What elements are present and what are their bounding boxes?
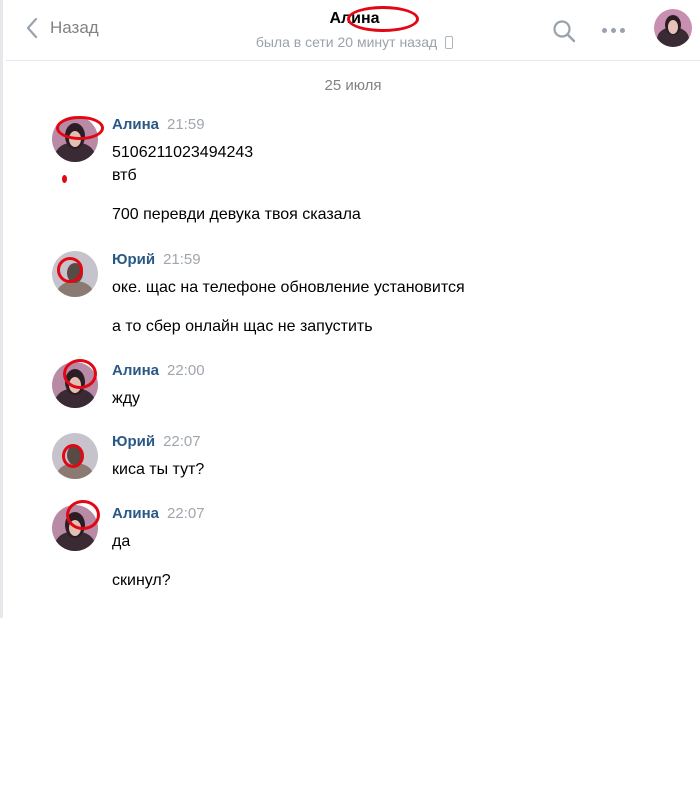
- message-time[interactable]: 21:59: [167, 116, 205, 133]
- message-text: 700 перевди девука твоя сказала: [112, 206, 361, 223]
- redaction-dot: [62, 175, 67, 183]
- message-text: киса ты тут?: [112, 461, 205, 478]
- message-text: скинул?: [112, 572, 171, 589]
- message-time[interactable]: 22:00: [167, 362, 205, 379]
- chat-title-block[interactable]: Алина была в сети 20 минут назад: [6, 10, 700, 52]
- avatar[interactable]: [52, 116, 98, 162]
- online-status-text: была в сети 20 минут назад: [255, 34, 438, 50]
- author-name[interactable]: Алина: [112, 362, 159, 379]
- header-avatar[interactable]: [654, 9, 692, 47]
- message-text: втб: [112, 167, 137, 184]
- author-name[interactable]: Алина: [112, 116, 159, 133]
- more-options-icon[interactable]: [602, 28, 625, 33]
- message-meta: Алина 22:07: [112, 505, 205, 522]
- chat-title: Алина: [329, 10, 380, 27]
- author-name[interactable]: Юрий: [112, 433, 155, 450]
- message-text: жду: [112, 390, 141, 407]
- message-text: оке. щас на телефоне обновление установи…: [112, 279, 465, 296]
- message-time[interactable]: 22:07: [167, 505, 205, 522]
- message-time[interactable]: 22:07: [163, 433, 201, 450]
- message-text: да: [112, 533, 131, 550]
- avatar[interactable]: [52, 505, 98, 551]
- message-text: 5106211023494243: [112, 144, 254, 161]
- search-icon[interactable]: [552, 19, 576, 43]
- avatar[interactable]: [52, 362, 98, 408]
- date-separator: 25 июля: [324, 77, 382, 94]
- author-name[interactable]: Алина: [112, 505, 159, 522]
- chat-header: Назад Алина была в сети 20 минут назад: [6, 0, 700, 61]
- message-meta: Юрий 21:59: [112, 251, 201, 268]
- avatar[interactable]: [52, 433, 98, 479]
- mobile-icon: [445, 35, 454, 49]
- message-meta: Алина 22:00: [112, 362, 205, 379]
- chat-window: Назад Алина была в сети 20 минут назад 2…: [0, 0, 700, 618]
- online-status: была в сети 20 минут назад: [255, 34, 454, 50]
- avatar[interactable]: [52, 251, 98, 297]
- message-meta: Юрий 22:07: [112, 433, 201, 450]
- author-name[interactable]: Юрий: [112, 251, 155, 268]
- message-text: а то сбер онлайн щас не запустить: [112, 318, 373, 335]
- message-meta: Алина 21:59: [112, 116, 205, 133]
- message-time[interactable]: 21:59: [163, 251, 201, 268]
